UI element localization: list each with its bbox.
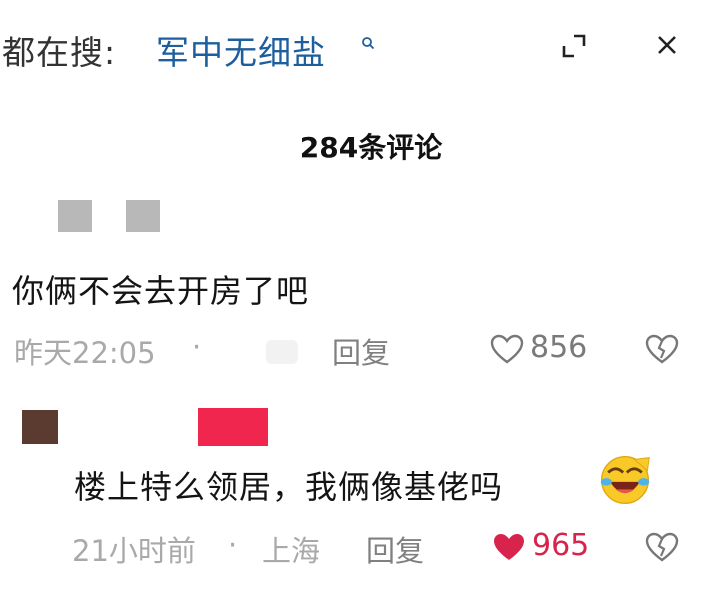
username-redacted[interactable] — [198, 408, 268, 446]
comment-text: 楼上特么领居，我俩像基佬吗 — [74, 468, 504, 506]
comment-text: 你俩不会去开房了吧 — [12, 272, 310, 310]
broken-heart-dislike-icon[interactable] — [645, 532, 679, 562]
like-count: 856 — [530, 330, 588, 365]
comment-location: 上海 — [262, 534, 321, 568]
search-query-link[interactable]: 军中无细盐 — [156, 26, 326, 74]
search-icon — [362, 37, 375, 50]
meta-separator: · — [228, 528, 238, 562]
heart-outline-icon[interactable] — [490, 334, 524, 364]
reply-button[interactable]: 回复 — [366, 528, 424, 570]
comment-time: 昨天22:05 — [14, 336, 156, 370]
broken-heart-dislike-icon[interactable] — [645, 334, 679, 364]
like-count: 965 — [532, 528, 590, 563]
location-redacted — [266, 340, 298, 364]
avatar-redacted[interactable] — [22, 410, 58, 444]
search-suggestion-bar[interactable]: 都在搜: 军中无细盐 — [0, 18, 720, 76]
heart-filled-icon[interactable] — [492, 532, 526, 562]
avatar-redacted[interactable] — [58, 200, 92, 232]
search-prefix-label: 都在搜: — [2, 33, 117, 72]
reply-button[interactable]: 回复 — [332, 330, 390, 372]
laughing-emoji-icon — [600, 455, 650, 505]
comment-time: 21小时前 — [72, 534, 196, 568]
comment-count-title: 284条评论 — [299, 131, 443, 164]
close-icon[interactable] — [652, 30, 682, 60]
username-redacted[interactable] — [126, 200, 160, 232]
expand-icon[interactable] — [560, 32, 588, 60]
meta-separator: · — [192, 330, 202, 364]
